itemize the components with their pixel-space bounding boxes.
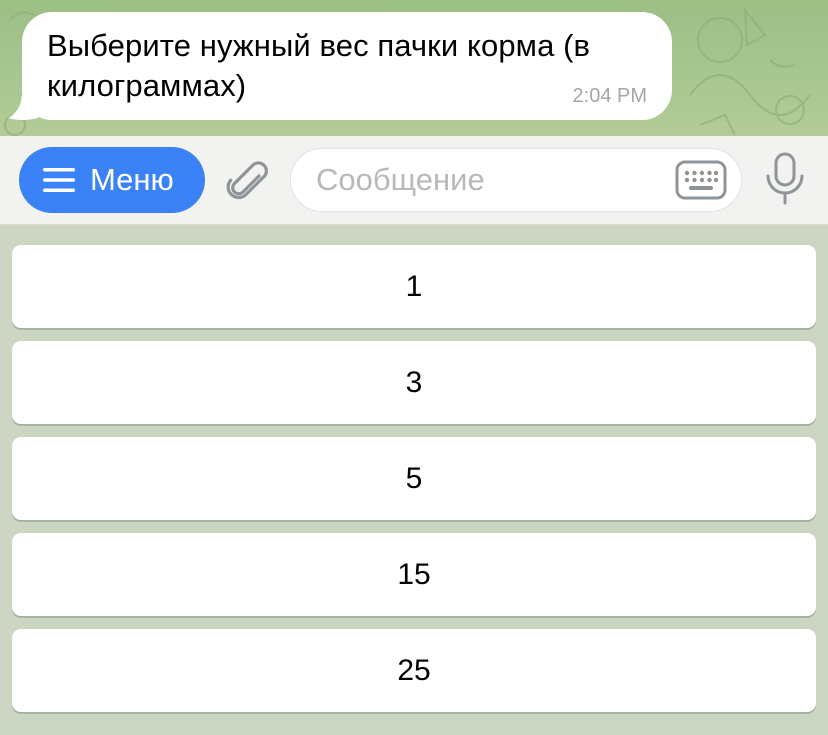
- bot-menu-button[interactable]: Меню: [19, 147, 205, 213]
- microphone-icon[interactable]: [763, 152, 807, 206]
- keyboard-icon[interactable]: [675, 160, 727, 200]
- reply-button-1[interactable]: 1: [12, 245, 816, 328]
- hamburger-icon: [43, 168, 75, 192]
- reply-button-5[interactable]: 5: [12, 437, 816, 520]
- message-input[interactable]: Сообщение: [290, 148, 742, 212]
- reply-button-15[interactable]: 15: [12, 533, 816, 616]
- reply-button-3[interactable]: 3: [12, 341, 816, 424]
- message-timestamp: 2:04 PM: [572, 85, 647, 107]
- chat-history[interactable]: Выберите нужный вес пачки корма (в килог…: [0, 0, 828, 136]
- paperclip-icon[interactable]: [222, 156, 270, 204]
- reply-keyboard: 1 3 5 15 25: [0, 225, 828, 735]
- reply-button-25[interactable]: 25: [12, 629, 816, 712]
- message-composer: Меню Сообщение: [0, 136, 828, 225]
- message-input-placeholder: Сообщение: [316, 162, 485, 197]
- message-text: Выберите нужный вес пачки корма (в килог…: [47, 28, 591, 103]
- telegram-chat-screen: Выберите нужный вес пачки корма (в килог…: [0, 0, 828, 735]
- menu-button-label: Меню: [90, 162, 174, 197]
- incoming-message-bubble[interactable]: Выберите нужный вес пачки корма (в килог…: [22, 12, 672, 120]
